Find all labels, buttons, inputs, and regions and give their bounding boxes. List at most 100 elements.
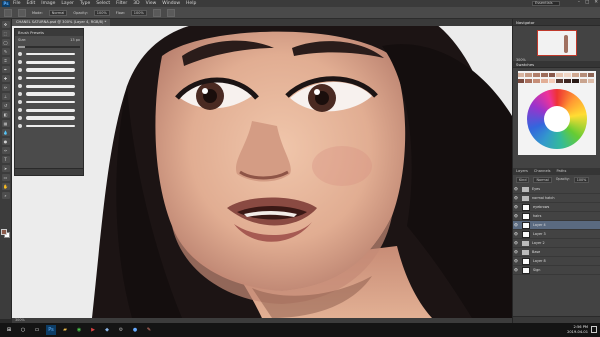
maximize-icon[interactable]: □ — [585, 0, 589, 5]
document-canvas[interactable] — [12, 26, 512, 318]
visibility-eye-icon[interactable]: 👁 — [513, 223, 519, 227]
menu-view[interactable]: View — [146, 1, 157, 6]
menu-type[interactable]: Type — [80, 1, 90, 6]
zoom-tool-icon[interactable]: ⌕ — [1, 192, 10, 199]
lasso-tool-icon[interactable]: ◯ — [1, 39, 10, 46]
eraser-tool-icon[interactable]: ◧ — [1, 111, 10, 118]
brush-preset-item[interactable] — [15, 114, 83, 122]
history-brush-tool-icon[interactable]: ↺ — [1, 102, 10, 109]
paint-icon[interactable]: ✎ — [144, 325, 154, 335]
workspace-switcher[interactable]: Essentials — [532, 1, 560, 6]
blend-mode-select[interactable]: Normal — [533, 177, 552, 183]
menu-window[interactable]: Window — [162, 1, 180, 6]
menu-filter[interactable]: Filter — [116, 1, 127, 6]
photoshop-taskbar-icon[interactable]: Ps — [46, 325, 56, 335]
tab-channels[interactable]: Channels — [534, 168, 551, 175]
brush-preset-item[interactable] — [15, 74, 83, 82]
opacity-field[interactable]: 100% — [93, 9, 110, 16]
menu-file[interactable]: File — [13, 1, 21, 6]
menu-select[interactable]: Select — [96, 1, 110, 6]
layer-row[interactable]: 👁 normal hatch — [513, 194, 600, 203]
layer-row[interactable]: 👁 Layer 3 — [513, 230, 600, 239]
layer-row[interactable]: 👁 eyebrows — [513, 203, 600, 212]
chrome-icon[interactable]: ◉ — [74, 325, 84, 335]
quick-select-tool-icon[interactable]: ✎ — [1, 48, 10, 55]
layer-row[interactable]: 👁 Sign — [513, 266, 600, 275]
visibility-eye-icon[interactable]: 👁 — [513, 232, 519, 236]
mode-select[interactable]: Normal — [48, 9, 68, 16]
task-view-icon[interactable]: ▭ — [32, 325, 42, 335]
crop-tool-icon[interactable]: ⌗ — [1, 57, 10, 64]
layer-row[interactable]: 👁 Eyes — [513, 185, 600, 194]
brush-tool-icon[interactable] — [4, 8, 12, 17]
flow-field[interactable]: 100% — [130, 9, 147, 16]
visibility-eye-icon[interactable]: 👁 — [513, 214, 519, 218]
marquee-tool-icon[interactable]: ⬚ — [1, 30, 10, 37]
hand-tool-icon[interactable]: ✋ — [1, 183, 10, 190]
layer-kind-filter[interactable]: Kind — [516, 177, 530, 183]
swatch-row[interactable] — [517, 73, 596, 77]
swatch-row[interactable] — [517, 79, 596, 83]
file-explorer-icon[interactable]: ▰ — [60, 325, 70, 335]
blur-tool-icon[interactable]: 💧 — [1, 129, 10, 136]
app-icon[interactable]: ◆ — [102, 325, 112, 335]
document-tab[interactable]: CHANEL SATURNA.psd @ 300% (Layer 4, RGB/… — [12, 19, 111, 26]
shape-tool-icon[interactable]: ▭ — [1, 174, 10, 181]
clock[interactable]: 2:56 PM 2019-04-01 — [567, 325, 588, 335]
color-palette[interactable] — [517, 71, 596, 155]
visibility-eye-icon[interactable]: 👁 — [513, 250, 519, 254]
media-icon[interactable]: ▶ — [88, 325, 98, 335]
brush-preset-item[interactable] — [15, 122, 83, 130]
tab-layers[interactable]: Layers — [516, 168, 528, 175]
airbrush-icon[interactable] — [152, 8, 161, 17]
visibility-eye-icon[interactable]: 👁 — [513, 196, 519, 200]
brush-preset-item[interactable] — [15, 82, 83, 90]
layer-row[interactable]: 👁 hairs — [513, 212, 600, 221]
healing-tool-icon[interactable]: ✚ — [1, 75, 10, 82]
notifications-icon[interactable] — [591, 326, 597, 333]
layer-row[interactable]: 👁 Layer 8 — [513, 257, 600, 266]
settings-icon[interactable]: ⚙ — [116, 325, 126, 335]
brush-size-slider[interactable] — [18, 46, 80, 48]
navigator-preview[interactable] — [536, 30, 577, 56]
steam-icon[interactable]: ● — [130, 325, 140, 335]
pen-tool-icon[interactable]: ✑ — [1, 147, 10, 154]
brush-tool-icon[interactable]: ✏ — [1, 84, 10, 91]
menu-help[interactable]: Help — [186, 1, 196, 6]
brush-preset-item[interactable] — [15, 58, 83, 66]
eyedropper-tool-icon[interactable]: ✒ — [1, 66, 10, 73]
visibility-eye-icon[interactable]: 👁 — [513, 268, 519, 272]
search-icon[interactable]: ○ — [18, 325, 28, 335]
brush-preset-item[interactable] — [15, 66, 83, 74]
layer-row[interactable]: 👁 Layer 2 — [513, 239, 600, 248]
menu-3d[interactable]: 3D — [133, 1, 139, 6]
brush-preset-item[interactable] — [15, 98, 83, 106]
layer-opacity-field[interactable]: 100% — [573, 177, 590, 183]
visibility-eye-icon[interactable]: 👁 — [513, 259, 519, 263]
menu-image[interactable]: Image — [41, 1, 55, 6]
gradient-tool-icon[interactable]: ▦ — [1, 120, 10, 127]
move-tool-icon[interactable]: ✥ — [1, 21, 10, 28]
layer-row[interactable]: 👁 Layer 4 — [513, 221, 600, 230]
dodge-tool-icon[interactable]: ● — [1, 138, 10, 145]
tab-paths[interactable]: Paths — [557, 168, 567, 175]
brush-size-value[interactable]: 13 px — [70, 38, 80, 42]
layer-row[interactable]: 👁 Base — [513, 248, 600, 257]
menu-layer[interactable]: Layer — [61, 1, 74, 6]
foreground-color-swatch[interactable] — [1, 229, 7, 235]
visibility-eye-icon[interactable]: 👁 — [513, 205, 519, 209]
brush-preset-picker-icon[interactable] — [18, 8, 26, 17]
path-select-tool-icon[interactable]: ➤ — [1, 165, 10, 172]
visibility-eye-icon[interactable]: 👁 — [513, 241, 519, 245]
visibility-eye-icon[interactable]: 👁 — [513, 187, 519, 191]
close-icon[interactable]: ✕ — [594, 0, 598, 5]
pressure-size-icon[interactable] — [166, 8, 175, 17]
brush-preset-item[interactable] — [15, 50, 83, 58]
stamp-tool-icon[interactable]: ⊥ — [1, 93, 10, 100]
windows-start-icon[interactable]: ⊞ — [4, 325, 14, 335]
minimize-icon[interactable]: – — [578, 0, 580, 5]
brush-preset-item[interactable] — [15, 106, 83, 114]
brush-preset-item[interactable] — [15, 90, 83, 98]
type-tool-icon[interactable]: T — [1, 156, 10, 163]
menu-edit[interactable]: Edit — [27, 1, 36, 6]
